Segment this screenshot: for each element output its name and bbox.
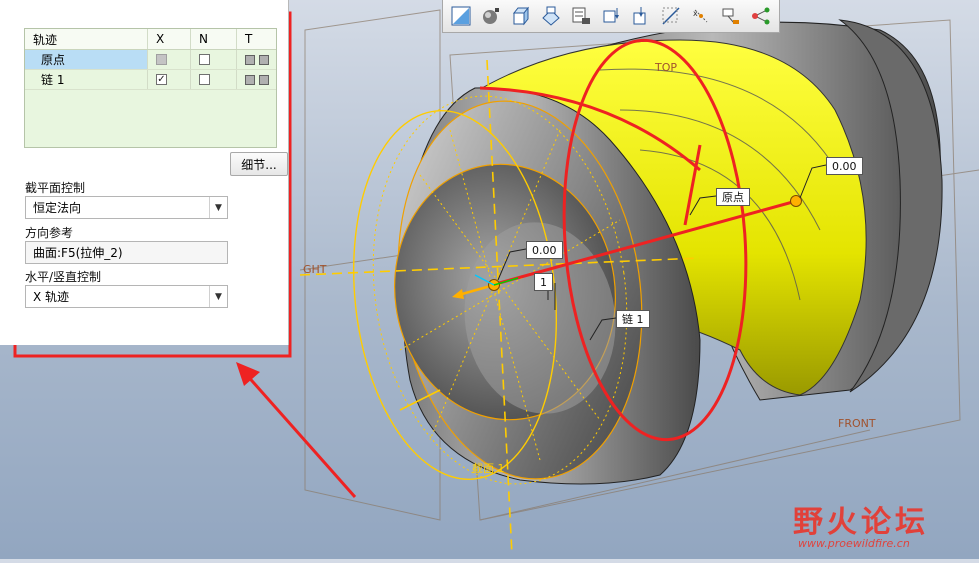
direction-reference-field[interactable]: 曲面:F5(拉伸_2) <box>25 241 228 264</box>
t-toggle-a[interactable] <box>245 54 255 65</box>
watermark-url: www.proewildfire.cn <box>798 537 910 550</box>
chain-tag[interactable]: 链 1 <box>616 310 650 328</box>
dimension-tag-b[interactable]: 0.00 <box>526 241 563 259</box>
view-manager-icon[interactable] <box>569 5 592 28</box>
direction-reference-label: 方向参考 <box>25 226 74 240</box>
point-display-icon[interactable] <box>659 5 682 28</box>
origin-tag[interactable]: 原点 <box>716 188 750 206</box>
chevron-down-icon: ▼ <box>209 197 227 218</box>
t-toggle-a[interactable] <box>245 74 255 85</box>
plane-display-icon[interactable] <box>599 5 622 28</box>
dimension-tag-a[interactable]: 0.00 <box>826 157 863 175</box>
view-toolbar: x <box>442 0 780 33</box>
hv-control-select[interactable]: X 轨迹 ▼ <box>25 285 228 308</box>
hv-control-label: 水平/竖直控制 <box>25 270 102 284</box>
trajectory-name: 原点 <box>25 50 148 69</box>
view-box-icon[interactable] <box>509 5 532 28</box>
x-checkbox[interactable]: ✓ <box>156 74 167 85</box>
column-header-trajectory: 轨迹 <box>25 29 148 49</box>
annotation-arrow <box>236 362 357 498</box>
section-control-select[interactable]: 恒定法向 ▼ <box>25 196 228 219</box>
shading-icon[interactable] <box>479 5 502 28</box>
saved-views-icon[interactable] <box>539 5 562 28</box>
details-button[interactable]: 细节... <box>230 152 288 176</box>
column-header-n: N <box>191 29 237 49</box>
plane-label-front: FRONT <box>838 417 876 430</box>
plane-label-right: GHT <box>303 263 327 276</box>
annotation-display-icon[interactable] <box>719 5 742 28</box>
plane-label-top: TOP <box>655 61 678 74</box>
table-header: 轨迹 X N T <box>25 29 276 50</box>
section-control-value: 恒定法向 <box>33 201 82 215</box>
watermark-logo: 野火论坛 <box>793 505 929 540</box>
spin-center-icon[interactable] <box>749 5 772 28</box>
table-row[interactable]: 原点 <box>25 50 276 70</box>
column-header-x: X <box>148 29 191 49</box>
trajectory-table: 轨迹 X N T 原点 链 1 ✓ <box>24 28 277 148</box>
hv-control-value: X 轨迹 <box>33 290 70 304</box>
sweep-references-panel: 轨迹 X N T 原点 链 1 ✓ 细节... 截平面控制 恒定法向 ▼ 方向参… <box>0 0 289 345</box>
small-dimension-tag[interactable]: 1 <box>534 273 553 291</box>
svg-text:x: x <box>693 9 698 18</box>
section-label: 截面 1 <box>472 462 505 475</box>
t-toggle-b[interactable] <box>259 54 269 65</box>
csys-display-icon[interactable]: x <box>689 5 712 28</box>
trajectory-name: 链 1 <box>25 70 148 89</box>
x-checkbox <box>156 54 167 65</box>
n-checkbox[interactable] <box>199 54 210 65</box>
table-row[interactable]: 链 1 ✓ <box>25 70 276 90</box>
n-checkbox[interactable] <box>199 74 210 85</box>
section-control-label: 截平面控制 <box>25 181 86 195</box>
chevron-down-icon: ▼ <box>209 286 227 307</box>
display-style-icon[interactable] <box>449 5 472 28</box>
t-toggle-b[interactable] <box>259 74 269 85</box>
column-header-t: T <box>245 32 253 46</box>
axis-display-icon[interactable] <box>629 5 652 28</box>
